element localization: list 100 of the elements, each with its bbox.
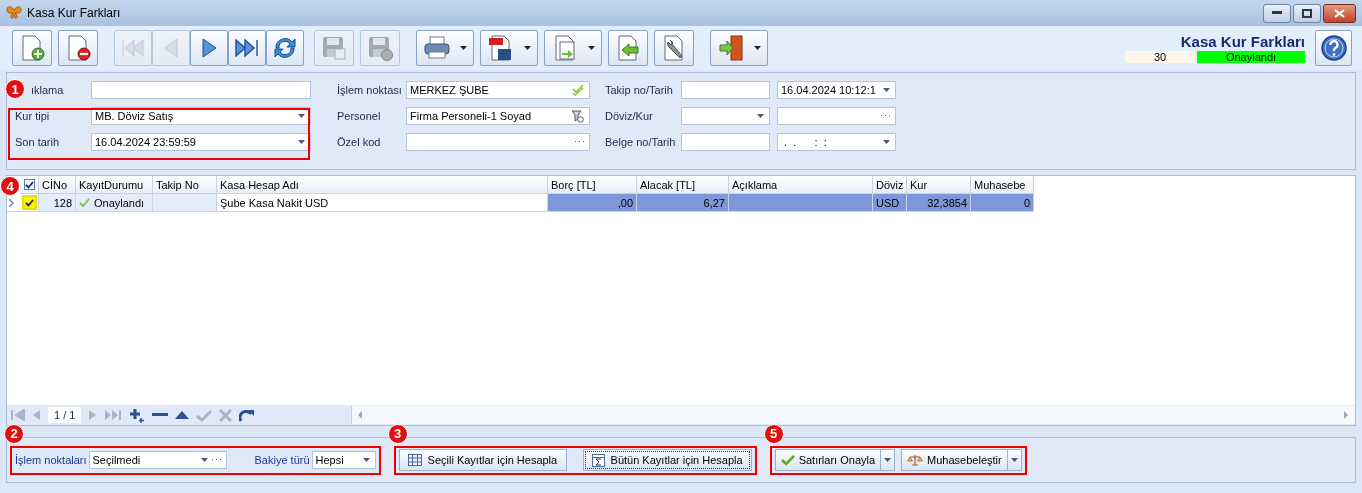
toolbar-button[interactable] — [608, 30, 648, 66]
field-label: İşlem noktası — [337, 84, 403, 96]
field-label: Kur tipi — [15, 110, 51, 122]
table-cell: ,00 — [548, 194, 637, 212]
table-cell: 32,3854 — [907, 194, 971, 212]
toolbar-button[interactable] — [58, 30, 98, 66]
calculate-button[interactable]: Seçili Kayıtlar için Hesapla — [398, 449, 567, 471]
check-icon[interactable] — [196, 408, 213, 422]
page-indicator: 1 / 1 — [48, 407, 82, 423]
checkbox[interactable] — [23, 179, 35, 190]
toolbar-button[interactable] — [654, 30, 694, 66]
column-header[interactable]: Muhasebe — [971, 176, 1034, 194]
dropdown-arrow-icon — [200, 458, 208, 462]
form-title: Kasa Kur Farkları — [1180, 33, 1305, 50]
field-label: Döviz/Kur — [605, 110, 654, 122]
calculate-button[interactable]: Bütün Kayıtlar için Hesapla — [582, 449, 752, 471]
input-field[interactable] — [681, 133, 770, 151]
toolbar-button[interactable] — [710, 30, 768, 66]
check-icon — [79, 197, 90, 208]
action-button[interactable]: Muhasebeleştir — [901, 449, 1008, 471]
sum-sheet-icon — [591, 453, 605, 467]
printer-icon — [423, 34, 451, 62]
exit-door-icon — [717, 34, 745, 62]
dropdown-field[interactable]: Hepsi — [311, 451, 376, 469]
toolbar-button[interactable] — [190, 30, 228, 66]
save-icon — [320, 34, 348, 62]
toolbar-button[interactable] — [416, 30, 474, 66]
add-icon[interactable] — [129, 407, 146, 423]
row-indicator-icon — [9, 198, 14, 207]
field-label: Son tarih — [15, 136, 61, 148]
field-label: Belge no/Tarih — [605, 136, 677, 148]
dropdown-arrow-icon — [298, 114, 305, 118]
table-cell: 0 — [971, 194, 1034, 212]
column-header[interactable]: Borç [TL] — [548, 176, 637, 194]
maximize-icon — [1302, 8, 1312, 18]
redo-icon[interactable] — [239, 408, 256, 422]
scroll-right-icon[interactable] — [1344, 411, 1349, 419]
callout-badge: 1 — [5, 79, 25, 99]
column-header[interactable]: Kur — [907, 176, 971, 194]
action-button[interactable]: Satırları Onayla — [774, 449, 882, 471]
save-cancel-icon — [366, 34, 394, 62]
column-header[interactable]: Takip No — [153, 176, 217, 194]
field-label: İşlem noktaları — [15, 454, 87, 466]
column-header[interactable]: Açıklama — [729, 176, 873, 194]
input-field[interactable]: 16.04.2024 23:59:59 — [91, 133, 311, 151]
table-cell: USD — [873, 194, 907, 212]
scroll-left-icon[interactable] — [358, 411, 363, 419]
maximize-button[interactable] — [1293, 3, 1321, 23]
input-field[interactable] — [777, 107, 896, 125]
minimize-icon — [1272, 11, 1282, 15]
input-field[interactable]: MERKEZ ŞUBE — [406, 81, 590, 99]
column-header[interactable]: CİNo — [39, 176, 76, 194]
dropdown-arrow-icon — [298, 140, 305, 144]
help-icon — [1319, 34, 1348, 62]
toolbar-button[interactable] — [228, 30, 266, 66]
toolbar-button[interactable] — [480, 30, 538, 66]
dropdown-arrow-icon — [883, 140, 890, 144]
column-header[interactable]: Kasa Hesap Adı — [217, 176, 548, 194]
input-field[interactable] — [681, 107, 770, 125]
close-icon — [1334, 8, 1345, 18]
input-field[interactable]: 16.04.2024 10:12:1 — [777, 81, 896, 99]
input-field[interactable] — [91, 81, 311, 99]
input-field[interactable] — [681, 81, 770, 99]
input-field[interactable]: Firma Personeli-1 Soyad — [406, 107, 590, 125]
minimize-button[interactable] — [1263, 3, 1291, 23]
dropdown-arrow-icon — [757, 114, 764, 118]
callout-badge: 4 — [0, 176, 20, 196]
window-title: Kasa Kur Farkları — [27, 6, 121, 20]
dropdown-field[interactable]: Seçilmedi — [88, 451, 227, 469]
column-header[interactable]: KayıtDurumu — [76, 176, 153, 194]
status-text: Onaylandı — [94, 196, 145, 209]
grid-icon — [407, 454, 422, 466]
close-button[interactable] — [1323, 3, 1356, 23]
toolbar-button[interactable] — [12, 30, 52, 66]
toolbar-button[interactable] — [266, 30, 304, 66]
record-number: 30 — [1125, 51, 1195, 63]
dropdown-arrow-icon — [362, 458, 370, 462]
help-button[interactable] — [1315, 30, 1352, 66]
field-label: Özel kod — [337, 136, 382, 148]
table-cell: Şube Kasa Nakit USD — [217, 194, 548, 212]
dropdown-button[interactable] — [881, 449, 896, 471]
table-cell: 6,27 — [637, 194, 729, 212]
caret-icon — [884, 458, 892, 462]
column-header[interactable]: Döviz — [873, 176, 907, 194]
horizontal-scrollbar[interactable] — [351, 406, 1355, 424]
dropdown-arrow-icon — [883, 88, 890, 92]
lookup-icon — [571, 109, 584, 123]
caret-icon — [1010, 458, 1018, 462]
field-label: Personel — [337, 110, 382, 122]
field-label: Bakiye türü — [254, 454, 310, 466]
column-header[interactable]: Alacak [TL] — [637, 176, 729, 194]
remove-icon[interactable] — [152, 413, 169, 417]
up-icon[interactable] — [175, 411, 190, 419]
check-icon — [572, 84, 584, 96]
check-icon — [780, 454, 795, 466]
table-cell: 128 — [39, 194, 76, 212]
field-label: ıklama — [31, 84, 65, 96]
input-field[interactable] — [406, 133, 590, 151]
input-field[interactable]: . . : : — [777, 133, 896, 151]
butterfly-icon — [6, 6, 22, 20]
